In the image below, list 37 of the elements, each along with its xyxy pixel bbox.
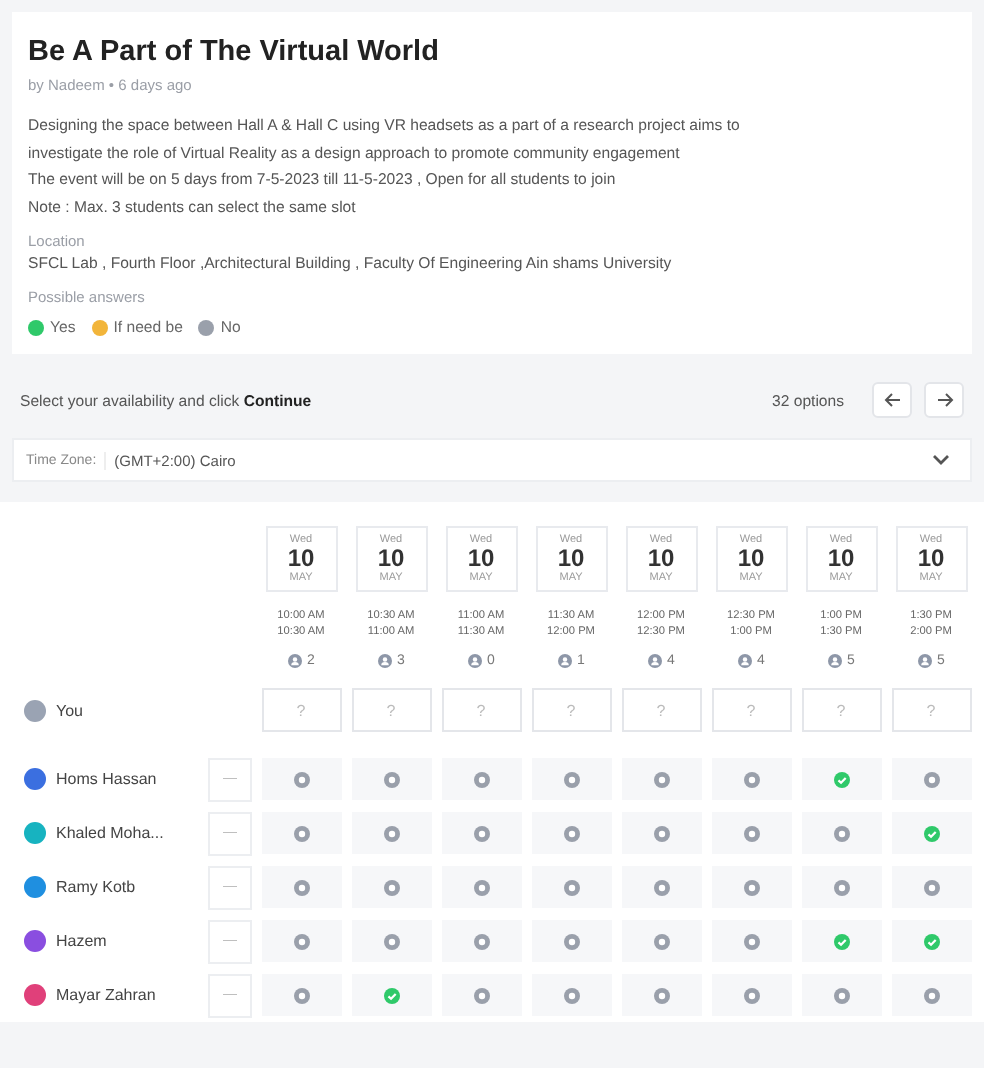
- next-button[interactable]: [924, 382, 964, 419]
- availability-toggle[interactable]: ?: [621, 688, 701, 733]
- participant-name: Ramy Kotb: [56, 878, 136, 897]
- day-number: 10: [377, 546, 405, 573]
- day-number: 10: [827, 546, 855, 573]
- person-icon: [377, 654, 392, 669]
- availability-toggle[interactable]: ?: [801, 688, 881, 733]
- participant-name: Mayar Zahran: [56, 986, 156, 1005]
- availability-toggle[interactable]: ?: [441, 688, 521, 733]
- availability-toggle[interactable]: ?: [891, 688, 971, 733]
- left-arrow-icon: [883, 392, 901, 409]
- previous-button[interactable]: [872, 382, 912, 419]
- day-number: 10: [287, 546, 315, 573]
- chevron-down-icon: [932, 454, 950, 467]
- day-number: 10: [647, 546, 675, 573]
- participant-name: Hazem: [56, 932, 107, 951]
- person-icon: [737, 654, 752, 669]
- poll-title: Be A Part of The Virtual World: [28, 36, 441, 68]
- availability-toggle[interactable]: ?: [261, 688, 341, 733]
- person-icon: [287, 654, 302, 669]
- day-number: 10: [917, 546, 945, 573]
- availability-toggle[interactable]: ?: [711, 688, 791, 733]
- right-arrow-icon: [935, 392, 953, 409]
- day-number: 10: [557, 546, 585, 573]
- availability-toggle[interactable]: ?: [531, 688, 611, 733]
- day-number: 10: [737, 546, 765, 573]
- person-icon: [647, 654, 662, 669]
- day-number: 10: [467, 546, 495, 573]
- avatar-icon: [24, 699, 46, 722]
- participant-name: You: [56, 701, 83, 720]
- availability-toggle[interactable]: ?: [351, 688, 431, 733]
- person-icon: [917, 654, 932, 669]
- participant-name: Homs Hassan: [56, 770, 157, 789]
- participant-name: Khaled Moha...: [56, 824, 164, 843]
- person-icon: [827, 654, 842, 669]
- person-icon: [467, 654, 482, 669]
- person-icon: [557, 654, 572, 669]
